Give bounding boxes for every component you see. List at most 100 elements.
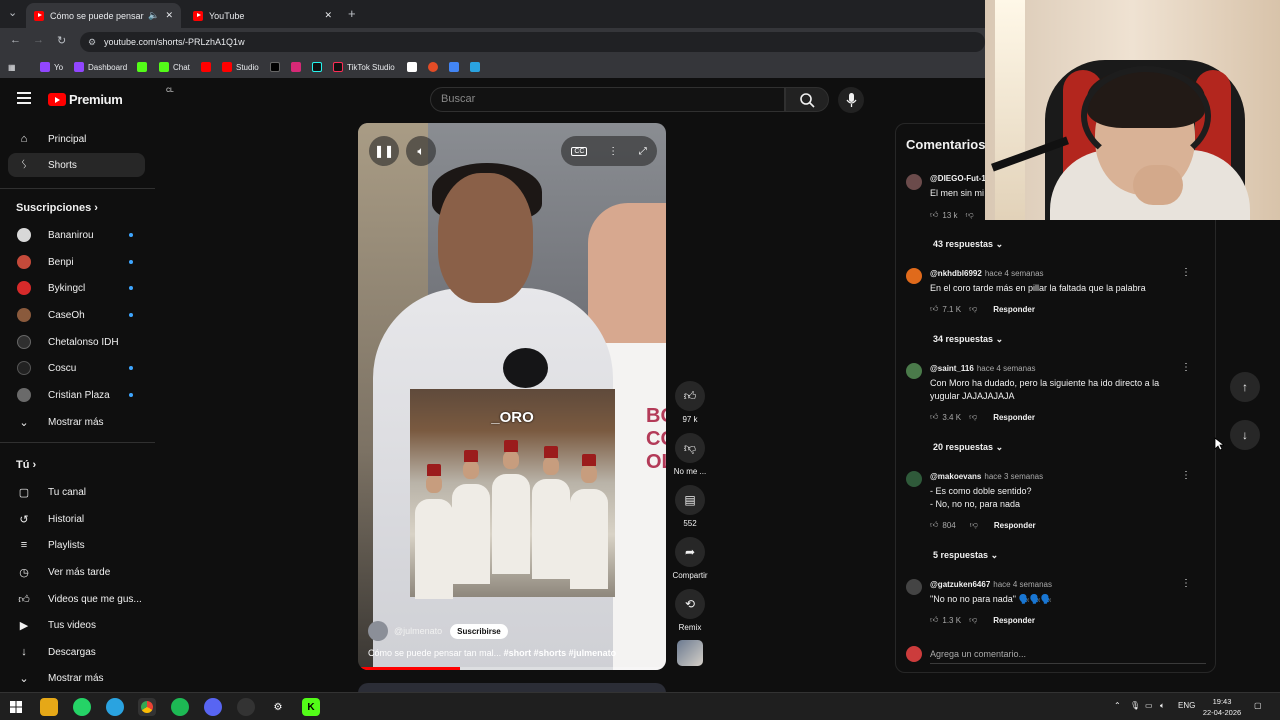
bookmark-icon-1[interactable] (407, 60, 421, 74)
sidebar-item-benpi[interactable]: Benpi (8, 250, 145, 274)
bookmark-studio[interactable]: Studio (222, 60, 259, 74)
obs-icon[interactable] (237, 698, 255, 716)
comment-author[interactable]: @DIEGO-Fut-1 (930, 174, 986, 183)
thumbs-down-icon[interactable]: 👎︎ (969, 412, 977, 422)
x-icon[interactable] (270, 60, 284, 74)
taskbar-clock[interactable]: 19:43 22-04-2026 (1196, 696, 1248, 718)
thumbs-up-icon[interactable]: 👍︎ (930, 304, 938, 314)
thumbs-up-icon[interactable]: 👍︎ (930, 520, 938, 530)
site-info-icon[interactable]: ⚙ (88, 32, 96, 52)
thumbs-down-icon[interactable]: 👎︎ (969, 304, 977, 314)
previous-short-button[interactable]: ↑ (1230, 372, 1260, 402)
sidebar-item-chetalonso[interactable]: Chetalonso IDH (8, 330, 145, 354)
thumbs-down-icon[interactable]: 👎︎ (970, 520, 978, 530)
bookmark-chat[interactable]: Chat (159, 60, 190, 74)
video-title[interactable]: Cómo se puede pensar tan mal... #short #… (368, 648, 616, 658)
bookmark-icon-3[interactable] (449, 60, 463, 74)
tab-close-icon[interactable]: ✕ (324, 10, 332, 21)
sidebar-item-bananirou[interactable]: Bananirou (8, 223, 145, 247)
dislike-button[interactable]: 👎︎ No me ... (672, 433, 708, 476)
forward-icon[interactable]: → (33, 34, 44, 46)
sidebar-item-your-channel[interactable]: ▢ Tu canal (8, 480, 145, 504)
windows-start-icon[interactable] (7, 698, 25, 716)
back-icon[interactable]: ← (10, 34, 21, 46)
comment-more-icon[interactable]: ⋮ (1181, 362, 1191, 373)
sidebar-item-watch-later[interactable]: ◷ Ver más tarde (8, 560, 145, 584)
comment-avatar[interactable] (906, 363, 922, 379)
view-replies-button[interactable]: 43 respuestas ⌄ (933, 239, 1003, 250)
fullscreen-icon[interactable]: ⤢ (639, 146, 647, 157)
comment-avatar[interactable] (906, 268, 922, 284)
apps-icon[interactable]: ▦ (8, 60, 16, 74)
language-indicator[interactable]: ENG (1178, 701, 1195, 710)
tray-chevron-icon[interactable]: ⌃ (1114, 701, 1121, 710)
reply-button[interactable]: Responder (993, 616, 1035, 625)
audio-thumbnail[interactable] (677, 640, 703, 666)
menu-icon[interactable] (17, 92, 31, 104)
bookmark-yo[interactable]: Yo (40, 60, 63, 74)
sidebar-show-more-2[interactable]: ⌄ Mostrar más (8, 666, 145, 690)
notifications-icon[interactable]: ▢ (1254, 701, 1262, 710)
comment-avatar[interactable] (906, 579, 922, 595)
bookmark-dashboard[interactable]: Dashboard (74, 60, 127, 74)
video-progress-bar[interactable] (358, 667, 666, 670)
tab-shorts[interactable]: Cómo se puede pensar tan 🔈 ✕ (26, 3, 181, 28)
comments-button[interactable]: ▤ 552 (672, 485, 708, 528)
settings-icon[interactable]: ⚙ (269, 698, 287, 716)
bookmark-icon-4[interactable] (470, 60, 484, 74)
bookmark-icon-2[interactable] (428, 60, 442, 74)
reply-button[interactable]: Responder (994, 521, 1036, 530)
kick-icon[interactable]: K (302, 698, 320, 716)
new-tab-icon[interactable]: + (348, 6, 356, 21)
subscribe-button[interactable]: Suscribirse (450, 623, 508, 639)
thumbs-down-icon[interactable]: 👎︎ (966, 210, 974, 220)
shorts-video-player[interactable]: BOYS COM OL _ORO ❚❚ 🔈︎ CC ⋮ ⤢ @julmenato… (358, 123, 666, 670)
speaker-icon[interactable]: 🔈 (148, 10, 159, 21)
tab-search-icon[interactable]: ⌄ (8, 6, 17, 19)
address-bar[interactable]: ⚙ youtube.com/shorts/-PRLzhA1Q1w (80, 32, 985, 52)
instagram-icon[interactable] (291, 60, 305, 74)
comment-author[interactable]: @nkhdbl6992 hace 4 semanas (930, 269, 1044, 278)
youtube-bookmark-icon[interactable] (201, 60, 215, 74)
tray-mic-icon[interactable]: 🎙︎ (1130, 701, 1140, 710)
comment-author[interactable]: @gatzuken6467 hace 4 semanas (930, 580, 1052, 589)
file-explorer-icon[interactable] (40, 698, 58, 716)
volume-button[interactable]: 🔈︎ (406, 136, 436, 166)
sidebar-item-liked-videos[interactable]: 👍︎ Videos que me gus... (8, 587, 145, 611)
video-hashtags[interactable]: #short #shorts #julmenato (504, 648, 617, 658)
thumbs-down-icon[interactable]: 👎︎ (969, 615, 977, 625)
thumbs-up-icon[interactable]: 👍︎ (930, 412, 938, 422)
share-button[interactable]: ➦ Compartir (672, 537, 708, 580)
comment-author[interactable]: @saint_116 hace 4 semanas (930, 364, 1036, 373)
discord-icon[interactable] (204, 698, 222, 716)
thumbs-up-icon[interactable]: 👍︎ (930, 210, 938, 220)
sidebar-item-caseoh[interactable]: CaseOh (8, 303, 145, 327)
youtube-premium-logo[interactable]: Premium CL (48, 88, 174, 107)
add-comment-field[interactable]: Agrega un comentario... (906, 646, 1206, 664)
kick-icon[interactable] (137, 60, 151, 74)
comment-more-icon[interactable]: ⋮ (1181, 578, 1191, 589)
tab-youtube[interactable]: YouTube ✕ (185, 3, 340, 28)
more-options-icon[interactable]: ⋮ (608, 146, 618, 157)
search-input[interactable]: Buscar (430, 87, 785, 112)
sidebar-show-more[interactable]: ⌄ Mostrar más (8, 410, 145, 434)
channel-name[interactable]: @julmenato (394, 626, 442, 636)
sidebar-item-shorts[interactable]: ᛊ Shorts (8, 153, 145, 177)
thumbs-up-icon[interactable]: 👍︎ (930, 615, 938, 625)
telegram-icon[interactable] (106, 698, 124, 716)
subscriptions-heading[interactable]: Suscripciones › (16, 202, 98, 214)
view-replies-button[interactable]: 5 respuestas ⌄ (933, 550, 998, 561)
remix-button[interactable]: ⟲ Remix (672, 589, 708, 632)
reply-button[interactable]: Responder (993, 413, 1035, 422)
chrome-icon[interactable] (138, 698, 156, 716)
reload-icon[interactable]: ↻ (57, 34, 66, 47)
bookmark-tiktok-studio[interactable]: TikTok Studio (333, 60, 395, 74)
like-button[interactable]: 👍︎ 97 k (672, 381, 708, 424)
comment-avatar[interactable] (906, 174, 922, 190)
tiktok-icon[interactable] (312, 60, 326, 74)
reply-button[interactable]: Responder (993, 305, 1035, 314)
view-replies-button[interactable]: 34 respuestas ⌄ (933, 334, 1003, 345)
next-short-button[interactable]: ↓ (1230, 420, 1260, 450)
sidebar-item-coscu[interactable]: Coscu (8, 356, 145, 380)
tray-network-icon[interactable]: ▭ (1145, 701, 1153, 710)
